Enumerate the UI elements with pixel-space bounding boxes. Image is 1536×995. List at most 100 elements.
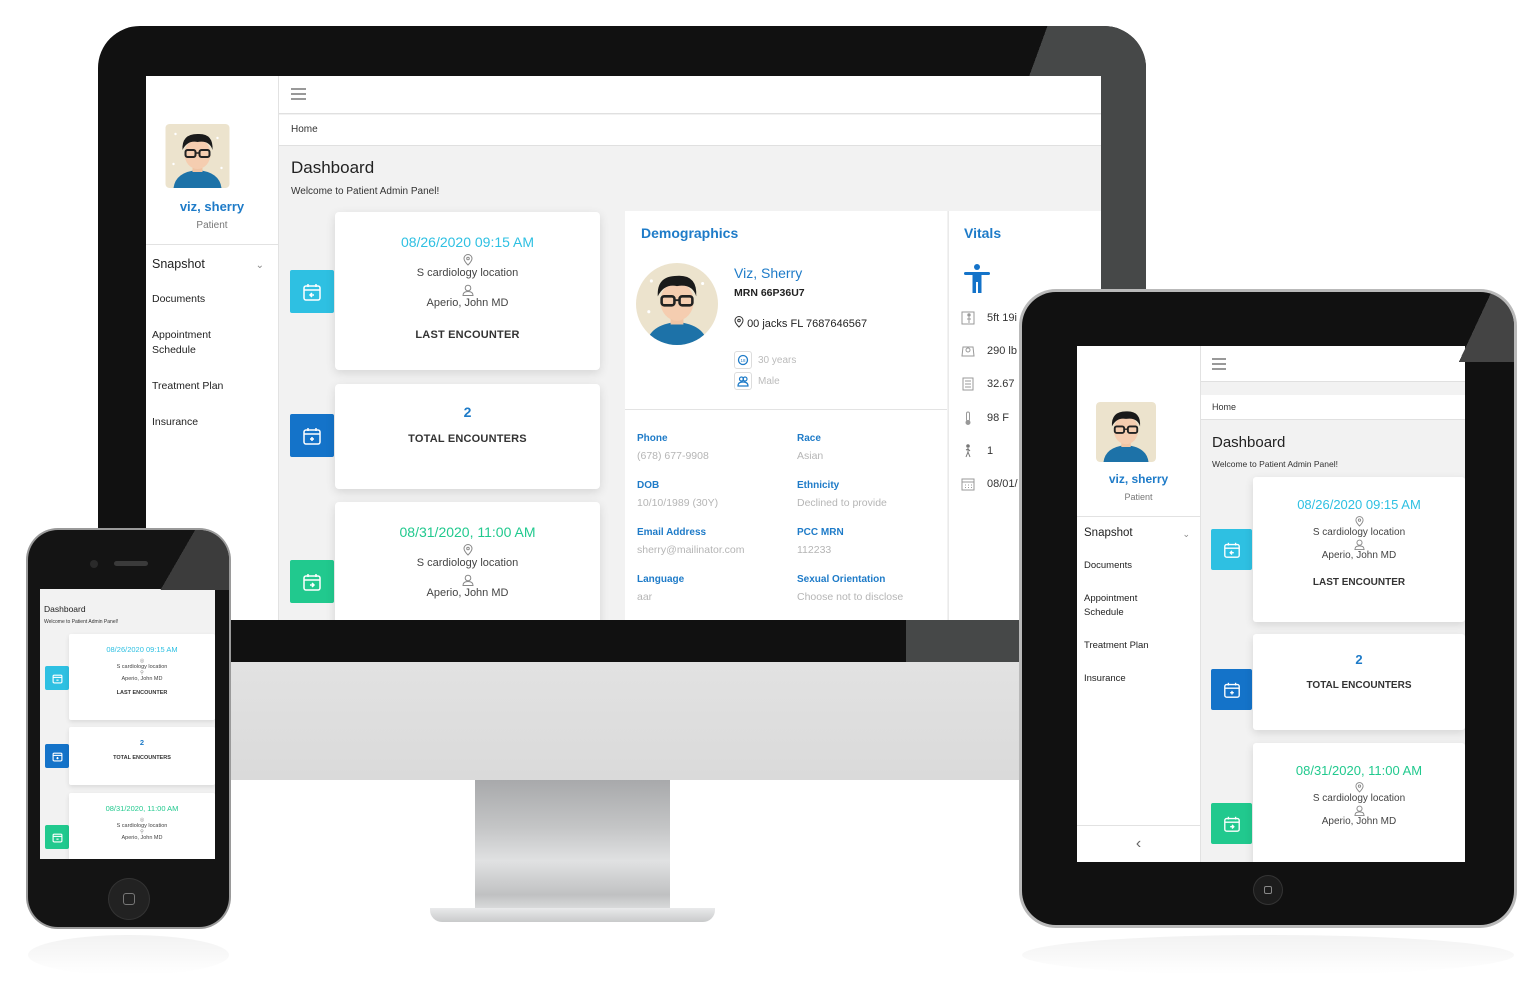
sidebar-item-treatment-plan[interactable]: Treatment Plan — [1084, 639, 1196, 653]
field-value: (678) 677-9908 — [637, 450, 709, 462]
top-bar — [279, 76, 1101, 114]
encounter-provider: Aperio, John MD — [426, 297, 509, 309]
svg-text:18: 18 — [740, 358, 746, 363]
monitor-base — [430, 908, 715, 922]
total-encounters-card[interactable]: 2 TOTAL ENCOUNTERS — [1253, 634, 1465, 730]
phone-reflection — [28, 935, 229, 975]
encounter-provider: Aperio, John MD — [121, 676, 163, 682]
phone-speaker — [114, 561, 148, 566]
calendar-icon — [961, 478, 975, 491]
patient-address: 00 jacks FL 7687646567 — [734, 316, 867, 330]
total-encounters-icon-tile — [1211, 669, 1252, 710]
hamburger-menu-icon[interactable] — [1212, 358, 1226, 370]
last-encounter-icon-tile — [290, 270, 334, 313]
field-pcc-mrn: PCC MRN 112233 — [797, 527, 844, 556]
calendar-arrow-right-icon — [52, 833, 62, 842]
field-language: Language aar — [637, 574, 684, 603]
sidebar-item-snapshot[interactable]: Snapshot ⌄ — [1084, 525, 1196, 559]
field-dob: DOB 10/10/1989 (30Y) — [637, 480, 718, 509]
tablet-home-button[interactable] — [1253, 875, 1283, 905]
field-label: Race — [797, 433, 821, 444]
sidebar-item-snapshot[interactable]: Snapshot ⌄ — [152, 254, 272, 292]
page-title: Dashboard — [44, 604, 86, 614]
bmi-calculator-icon — [962, 377, 974, 391]
encounter-location: S cardiology location — [1312, 793, 1406, 804]
breadcrumb-home[interactable]: Home — [291, 124, 318, 135]
page-title: Dashboard — [1212, 434, 1286, 451]
sidebar-item-insurance[interactable]: Insurance — [152, 415, 272, 430]
gender-icon — [734, 372, 752, 390]
field-value: 10/10/1989 (30Y) — [637, 497, 719, 509]
phone-home-button[interactable] — [108, 878, 150, 920]
breadcrumb: Home — [1201, 395, 1465, 420]
tablet-screen: viz, sherry Patient Snapshot ⌄ Documents… — [1077, 346, 1465, 862]
patient-name: Viz, Sherry — [734, 265, 803, 281]
field-label: Language — [637, 574, 685, 585]
sidebar-nav: Snapshot ⌄ Documents Appointment Schedul… — [152, 254, 272, 451]
sidebar-item-label: Appointment Schedule — [1084, 593, 1138, 618]
person-icon — [461, 574, 474, 586]
encounter-location: S cardiology location — [1312, 527, 1406, 538]
sidebar-item-appointment-schedule[interactable]: Appointment Schedule — [1084, 592, 1149, 620]
person-icon — [1353, 539, 1365, 550]
page-subtitle: Welcome to Patient Admin Panel! — [291, 186, 440, 197]
sidebar-collapse-button[interactable]: ‹ — [1077, 825, 1200, 862]
calendar-arrow-right-icon — [303, 573, 321, 591]
field-value: Choose not to disclose — [797, 591, 904, 603]
sidebar-item-appointment-schedule[interactable]: Appointment Schedule — [152, 328, 222, 358]
patient-mrn: MRN 66P36U7 — [734, 287, 805, 299]
total-encounters-card[interactable]: 2 TOTAL ENCOUNTERS — [335, 384, 600, 489]
encounter-card-label: LAST ENCOUNTER — [415, 329, 520, 341]
sidebar-item-label: Treatment Plan — [1084, 640, 1149, 651]
total-encounters-count: 2 — [1355, 652, 1363, 667]
sidebar-item-treatment-plan[interactable]: Treatment Plan — [152, 379, 272, 394]
top-bar — [1201, 346, 1465, 382]
next-encounter-card[interactable]: 08/31/2020, 11:00 AM ◎ S cardiology loca… — [69, 793, 215, 859]
vital-row: 5ft 19i — [961, 311, 1017, 325]
encounter-card-label: LAST ENCOUNTER — [1312, 577, 1406, 588]
breadcrumb-home[interactable]: Home — [1212, 402, 1236, 412]
last-encounter-card[interactable]: 08/26/2020 09:15 AM S cardiology locatio… — [335, 212, 600, 370]
vital-row: 1 — [961, 444, 993, 458]
total-encounters-icon-tile — [45, 744, 69, 768]
phone-device: Dashboard Welcome to Patient Admin Panel… — [28, 530, 229, 927]
next-encounter-card[interactable]: 08/31/2020, 11:00 AM S cardiology locati… — [1253, 743, 1465, 862]
total-encounters-count: 2 — [463, 404, 472, 420]
user-role: Patient — [196, 220, 228, 231]
sidebar-nav: Snapshot ⌄ Documents Appointment Schedul… — [1084, 525, 1196, 705]
sidebar-item-insurance[interactable]: Insurance — [1084, 672, 1196, 686]
user-name[interactable]: viz, sherry — [1077, 472, 1200, 486]
sidebar-item-documents[interactable]: Documents — [1084, 559, 1196, 573]
tablet-device: viz, sherry Patient Snapshot ⌄ Documents… — [1022, 292, 1514, 925]
last-encounter-icon-tile — [45, 666, 69, 690]
encounter-location: S cardiology location — [416, 267, 519, 279]
last-encounter-card[interactable]: 08/26/2020 09:15 AM S cardiology locatio… — [1253, 477, 1465, 622]
field-value: aar — [637, 591, 653, 603]
user-name[interactable]: viz, sherry — [146, 199, 278, 214]
calendar-arrow-right-icon — [1223, 816, 1240, 832]
field-label: PCC MRN — [797, 527, 844, 538]
location-pin-icon — [734, 316, 744, 328]
last-encounter-card[interactable]: 08/26/2020 09:15 AM ◎ S cardiology locat… — [69, 634, 215, 720]
hamburger-menu-icon[interactable] — [291, 88, 306, 100]
encounter-card-label: TOTAL ENCOUNTERS — [408, 433, 527, 445]
field-race: Race Asian — [797, 433, 823, 462]
sidebar-item-label: Insurance — [1084, 673, 1126, 684]
gender-text: Male — [758, 375, 780, 387]
field-value: sherry@mailinator.com — [637, 544, 745, 556]
encounter-datetime: 08/31/2020, 11:00 AM — [399, 524, 536, 540]
sidebar-divider — [146, 244, 278, 245]
location-pin-icon — [1354, 782, 1364, 793]
vital-value: 290 lb — [987, 345, 1017, 357]
next-encounter-card[interactable]: 08/31/2020, 11:00 AM S cardiology locati… — [335, 502, 600, 620]
field-label: Ethnicity — [797, 480, 840, 491]
calendar-arrow-left-icon — [1223, 542, 1240, 558]
field-label: Sexual Orientation — [797, 574, 886, 585]
next-encounter-icon-tile — [1211, 803, 1252, 844]
phone-screen: Dashboard Welcome to Patient Admin Panel… — [40, 589, 215, 859]
total-encounters-card[interactable]: 2 TOTAL ENCOUNTERS — [69, 727, 215, 785]
sidebar-item-label: Snapshot — [1084, 527, 1133, 539]
calendar-plus-icon — [52, 752, 62, 761]
demographics-panel: Demographics Viz, Sherry MRN 66P36U7 00 … — [625, 211, 947, 620]
sidebar-item-documents[interactable]: Documents — [152, 292, 272, 307]
